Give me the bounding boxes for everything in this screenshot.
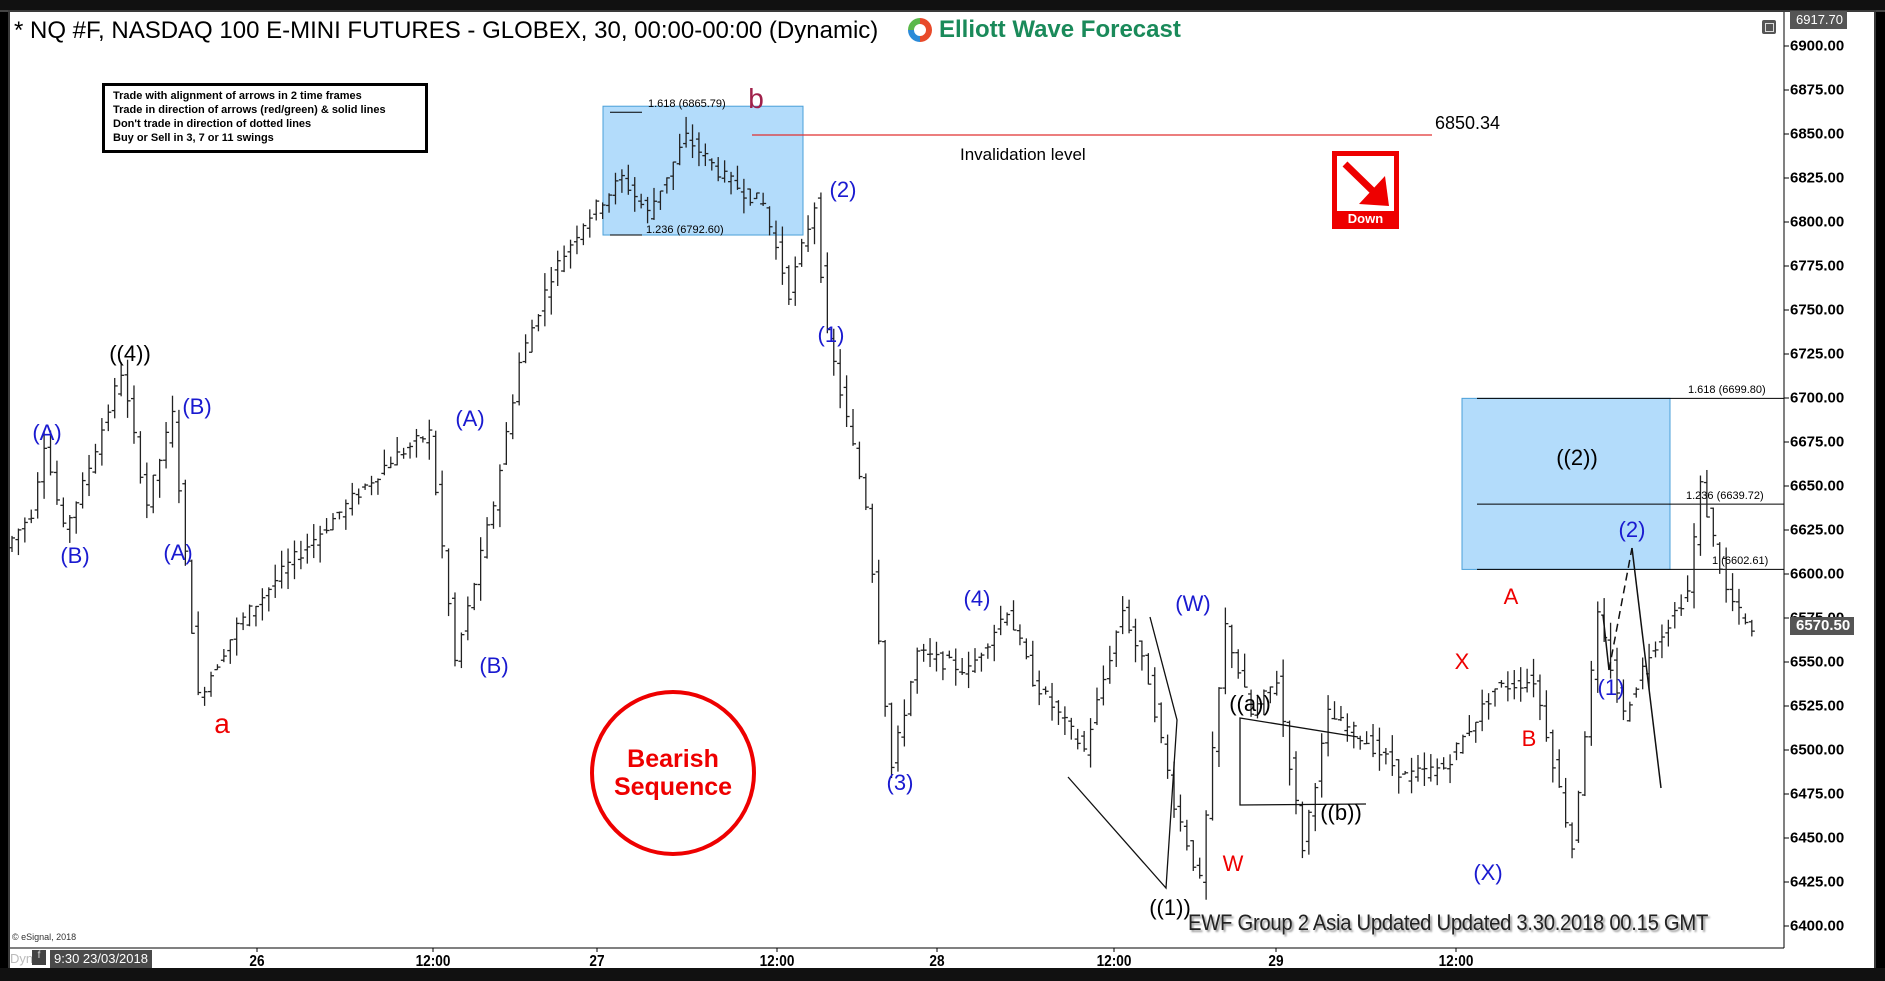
y-tick-label: 6750.00 — [1790, 301, 1845, 319]
y-tick-label: 6700.00 — [1790, 389, 1845, 407]
wave-label: b — [748, 82, 764, 114]
down-label: Down — [1347, 211, 1384, 226]
copyright: © eSignal, 2018 — [12, 932, 77, 942]
projection-line — [1602, 614, 1610, 671]
trading-rules-box: Trade with alignment of arrows in 2 time… — [102, 83, 428, 153]
wave-label: (4) — [963, 585, 991, 611]
update-note: EWF Group 2 Asia Updated Updated 3.30.20… — [1188, 910, 1709, 935]
invalidation-label: Invalidation level — [960, 145, 1086, 164]
wave-label: (A) — [32, 420, 62, 446]
rule-line: Trade with alignment of arrows in 2 time… — [113, 90, 362, 102]
y-tick-label: 6675.00 — [1790, 433, 1845, 451]
fib-level-label: 1.618 (6699.80) — [1688, 384, 1766, 397]
y-tick-label: 6800.00 — [1790, 213, 1845, 231]
rule-line: Buy or Sell in 3, 7 or 11 swings — [113, 132, 274, 144]
wave-label: (3) — [886, 770, 914, 796]
y-tick-label: 6400.00 — [1790, 917, 1845, 935]
invalidation-value: 6850.34 — [1435, 113, 1501, 133]
window-bottom-bar — [0, 968, 1885, 981]
rule-line: Trade in direction of arrows (red/green)… — [113, 104, 386, 116]
wave-label: (B) — [60, 543, 90, 569]
y-tick-label: 6900.00 — [1790, 37, 1845, 55]
wave-label: a — [214, 707, 230, 739]
wave-label: ((b)) — [1320, 800, 1362, 826]
wave-label: (2) — [1618, 517, 1646, 542]
y-tick-label: 6825.00 — [1790, 169, 1845, 187]
wave-label: A — [1503, 583, 1519, 609]
last-price-tag: 6570.50 — [1790, 617, 1855, 635]
fib-level-label: 1 (6602.61) — [1712, 555, 1769, 568]
y-tick-label: 6550.00 — [1790, 653, 1845, 671]
wave-label: (2) — [829, 177, 857, 203]
projection-line — [1631, 547, 1662, 789]
ewf-logo: Elliott Wave Forecast — [905, 15, 1181, 45]
start-date: 9:30 23/03/2018 — [50, 950, 152, 968]
y-tick-label: 6425.00 — [1790, 873, 1845, 891]
y-tick-label: 6725.00 — [1790, 345, 1845, 363]
logo-text: Elliott Wave Forecast — [939, 16, 1181, 43]
bearish-line1: Bearish — [627, 745, 719, 773]
wave-label: (1) — [817, 321, 845, 347]
fib-level-label: 1.236 (6792.60) — [646, 224, 724, 237]
lock-icon[interactable]: f — [32, 950, 46, 965]
wave-label: (A) — [455, 406, 485, 432]
y-tick-label: 6875.00 — [1790, 81, 1845, 99]
wave-label: (1) — [1597, 675, 1625, 701]
y-tick-label: 6625.00 — [1790, 521, 1845, 539]
y-tick-label: 6775.00 — [1790, 257, 1845, 275]
wave-label: (X) — [1473, 860, 1503, 886]
y-tick-label: 6475.00 — [1790, 785, 1845, 803]
wave-label: (B) — [479, 652, 509, 678]
wave-label: W — [1222, 851, 1244, 877]
chart-title: * NQ #F, NASDAQ 100 E-MINI FUTURES - GLO… — [14, 17, 879, 44]
logo-icon — [908, 18, 932, 42]
wave-label: X — [1454, 649, 1470, 674]
fib-zone-1 — [602, 105, 804, 236]
rule-line: Don't trade in direction of dotted lines — [113, 118, 312, 130]
y-tick-label: 6525.00 — [1790, 697, 1845, 715]
wave-label: ((2)) — [1556, 444, 1598, 470]
y-tick-label: 6650.00 — [1790, 477, 1845, 495]
y-tick-label: 6500.00 — [1790, 741, 1845, 759]
down-arrow-badge: Down — [1332, 151, 1399, 229]
arrow-down-right-icon — [1337, 156, 1394, 211]
high-price-tag: 6917.70 — [1790, 11, 1847, 29]
dyn-label[interactable]: Dyn — [10, 951, 33, 966]
bearish-line2: Sequence — [613, 773, 733, 801]
fib-level-label: 1.618 (6865.79) — [648, 98, 726, 111]
wave-label: (W) — [1175, 590, 1211, 616]
wave-label: ((4)) — [109, 341, 151, 366]
bearish-sequence-badge: Bearish Sequence — [590, 690, 756, 856]
y-tick-label: 6600.00 — [1790, 565, 1845, 583]
wave-label: B — [1521, 726, 1537, 752]
wave-label: ((a)) — [1229, 691, 1271, 717]
restore-window-icon[interactable] — [1762, 20, 1776, 34]
diagonal-line — [1067, 616, 1178, 890]
y-tick-label: 6850.00 — [1790, 125, 1845, 143]
fib-zone-2 — [1461, 397, 1671, 570]
wave-label: (A) — [163, 539, 193, 565]
y-tick-label: 6450.00 — [1790, 829, 1845, 847]
fib-level-label: 1.236 (6639.72) — [1686, 490, 1764, 503]
wave-label: ((1)) — [1149, 895, 1191, 921]
wave-label: (B) — [182, 393, 212, 419]
